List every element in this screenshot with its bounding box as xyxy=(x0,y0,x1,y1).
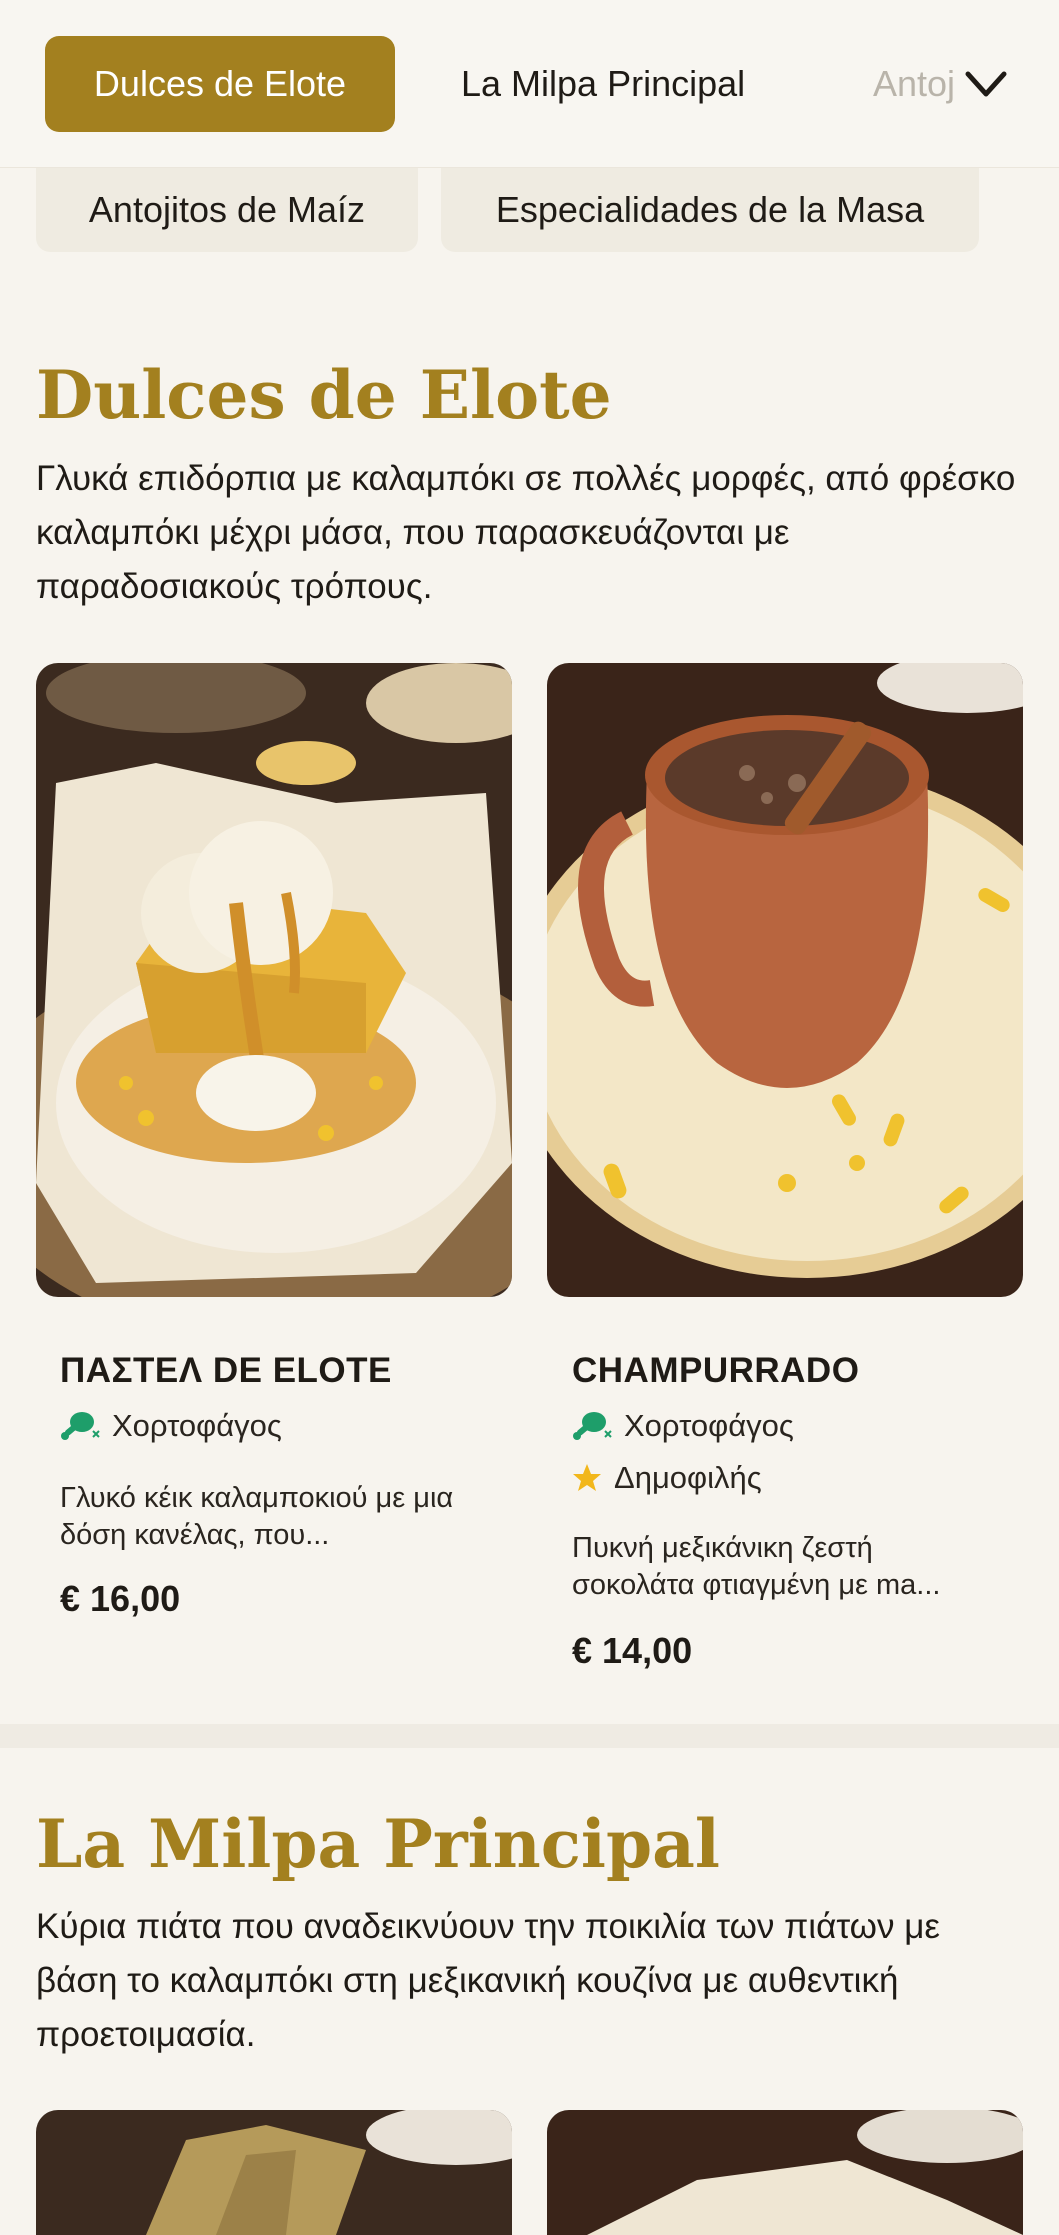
item-name[interactable]: ΠΑΣΤΕΛ DE ELOTE xyxy=(60,1351,392,1391)
chip-especialidades-de-la-masa[interactable]: Especialidades de la Masa xyxy=(441,168,979,252)
item-price: € 16,00 xyxy=(60,1578,181,1619)
vegetarian-drumstick-icon xyxy=(61,1412,100,1440)
section-divider xyxy=(0,1724,1059,1748)
tab-dulces-de-elote[interactable]: Dulces de Elote xyxy=(45,36,395,132)
chevron-down-icon[interactable] xyxy=(962,62,1010,106)
section-title: La Milpa Principal xyxy=(36,1805,720,1883)
section-description: Κύρια πιάτα που αναδεικνύουν την ποικιλί… xyxy=(36,1907,940,2054)
category-nav: Dulces de Elote La Milpa Principal Antoj… xyxy=(0,0,1059,168)
star-icon xyxy=(573,1464,601,1491)
item-description: Γλυκό κέικ καλαμποκιού με μια δόση κανέλ… xyxy=(60,1482,454,1551)
dish-photo xyxy=(547,2110,1023,2235)
item-price: € 14,00 xyxy=(572,1630,693,1671)
tag-popular: Δημοφιλής xyxy=(572,1460,762,1496)
tag-label: Χορτοφάγος xyxy=(112,1408,282,1443)
section-description: Γλυκά επιδόρπια με καλαμπόκι σε πολλές μ… xyxy=(36,459,1016,606)
tag-label: Χορτοφάγος xyxy=(624,1408,794,1443)
tag-label: Δημοφιλής xyxy=(614,1460,762,1495)
tab-antojitos-de-maiz[interactable]: Antojitos de Maíz xyxy=(873,36,953,132)
tag-vegetarian: Χορτοφάγος xyxy=(60,1408,282,1444)
vegetarian-drumstick-icon xyxy=(573,1412,612,1440)
tamal-image[interactable] xyxy=(36,2110,512,2235)
pastel-de-elote-image[interactable] xyxy=(36,663,512,1297)
chip-antojitos-de-maiz[interactable]: Antojitos de Maíz xyxy=(36,168,418,252)
tag-vegetarian: Χορτοφάγος xyxy=(572,1408,794,1444)
section-title: Dulces de Elote xyxy=(36,356,612,434)
cake-photo xyxy=(36,663,512,1297)
tamal-photo xyxy=(36,2110,512,2235)
champurrado-photo xyxy=(547,663,1023,1297)
dish-image[interactable] xyxy=(547,2110,1023,2235)
item-description: Πυκνή μεξικάνικη ζεστή σοκολάτα φτιαγμέν… xyxy=(572,1532,941,1601)
champurrado-image[interactable] xyxy=(547,663,1023,1297)
tab-la-milpa-principal[interactable]: La Milpa Principal xyxy=(461,36,745,132)
item-name[interactable]: CHAMPURRADO xyxy=(572,1351,859,1391)
